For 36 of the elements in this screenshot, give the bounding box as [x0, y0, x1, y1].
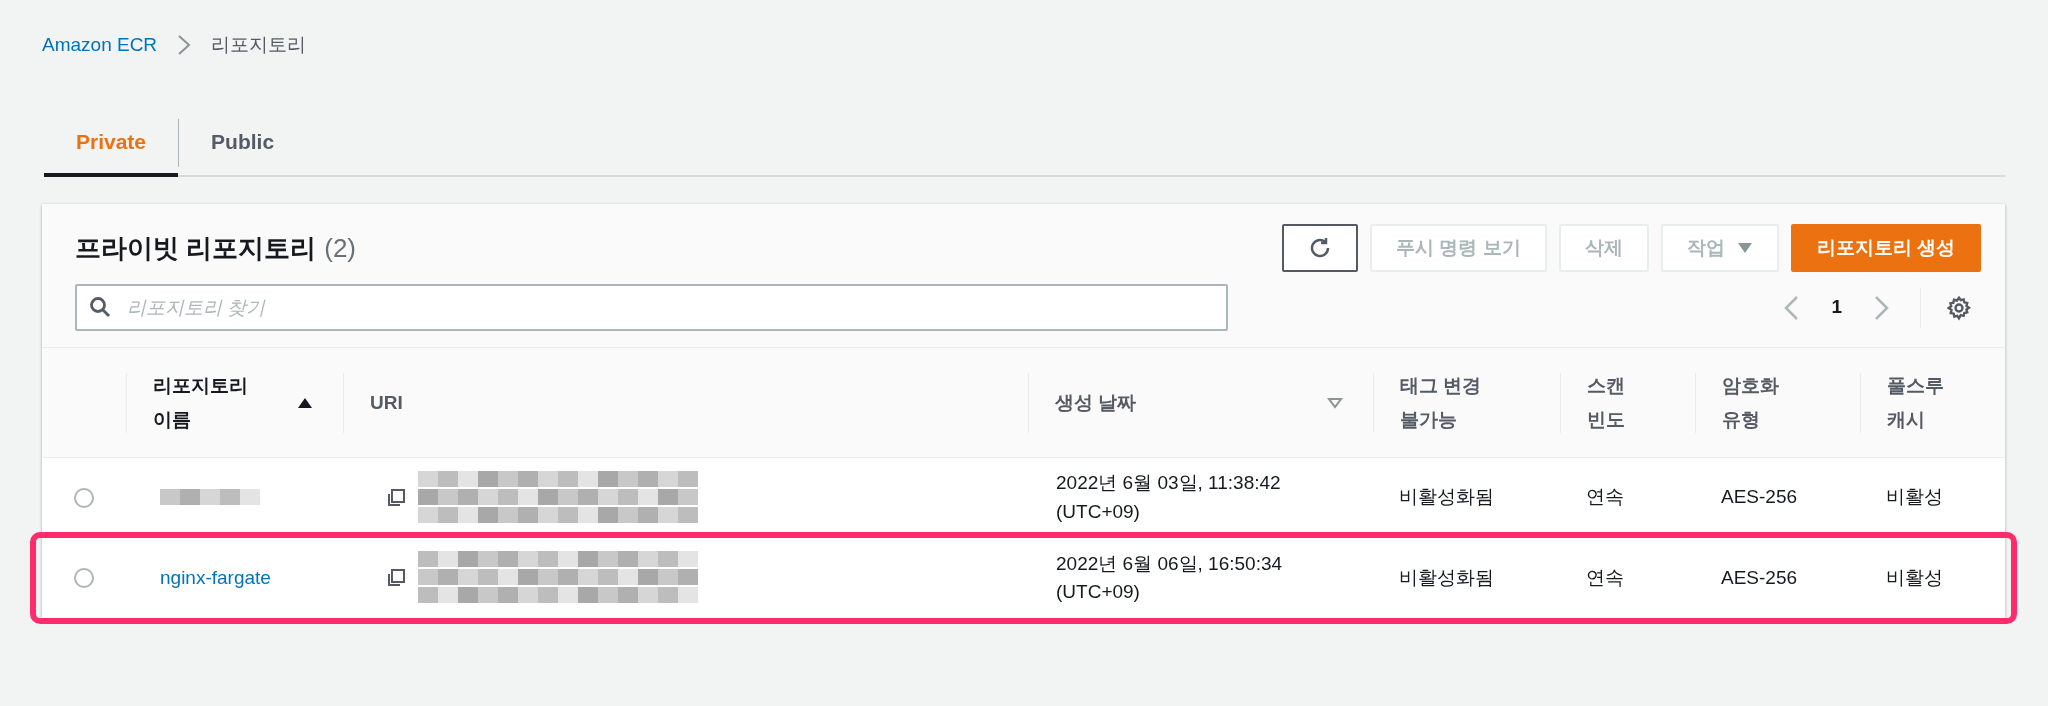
page-number[interactable]: 1	[1831, 293, 1842, 322]
caret-icon	[1736, 242, 1753, 254]
panel-title: 프라이빗 리포지토리	[75, 231, 317, 265]
chevron-right-icon	[177, 34, 192, 56]
table-cell: 비활성	[1886, 566, 1943, 588]
radio-button[interactable]	[74, 568, 94, 588]
table-cell: 연속	[1586, 486, 1624, 508]
table-cell: AES-256	[1721, 486, 1798, 508]
table-cell: 비활성	[1886, 486, 1943, 508]
search-field[interactable]: 리포지토리 찾기	[75, 284, 1228, 331]
column-header[interactable]: 스캔 빈도	[1587, 368, 1625, 437]
column-header[interactable]: 암호화 유형	[1722, 368, 1779, 437]
repository-link[interactable]: nginx-fargate	[160, 566, 271, 588]
tab[interactable]: Public	[179, 110, 307, 177]
breadcrumb-current: 리포지토리	[211, 32, 307, 57]
column-header[interactable]: URI	[370, 385, 403, 420]
column-header[interactable]: 풀스루 캐시	[1887, 368, 1944, 437]
breadcrumb-link[interactable]: Amazon ECR	[42, 30, 158, 60]
search-icon	[89, 296, 111, 318]
radio-button[interactable]	[74, 487, 94, 508]
table-cell: 2022년 6월 03일, 11:38:42 (UTC+09)	[1056, 472, 1281, 522]
table-cell: 비활성화됨	[1399, 566, 1494, 588]
table-cell: 비활성화됨	[1399, 486, 1494, 508]
copy-icon[interactable]	[386, 568, 406, 588]
column-header[interactable]: 리포지토리 이름	[153, 368, 248, 437]
table-cell: 2022년 6월 06일, 16:50:34 (UTC+09)	[1056, 552, 1283, 602]
refresh-button[interactable]	[1282, 224, 1359, 272]
table-cell: AES-256	[1721, 566, 1798, 588]
sort-ascending-icon[interactable]	[297, 396, 313, 409]
table-cell: 연속	[1586, 566, 1624, 588]
column-header[interactable]: 생성 날짜	[1055, 385, 1137, 420]
column-header[interactable]: 태그 변경 불가능	[1400, 368, 1482, 437]
sort-descending-icon[interactable]	[1327, 396, 1343, 409]
copy-icon[interactable]	[386, 487, 406, 508]
settings-icon[interactable]	[1946, 294, 1972, 321]
repository-count: (2)	[324, 231, 356, 265]
